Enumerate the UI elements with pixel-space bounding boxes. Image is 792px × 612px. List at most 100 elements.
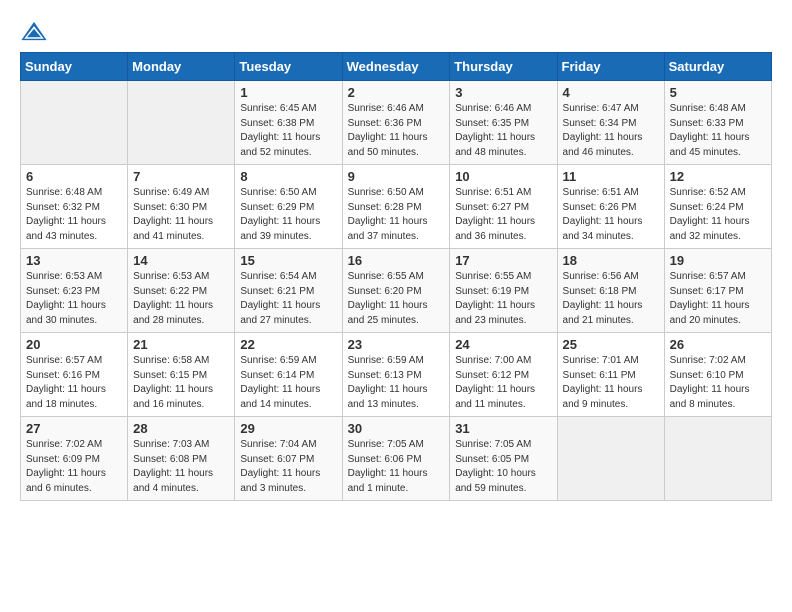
calendar-week-5: 27 Sunrise: 7:02 AM Sunset: 6:09 PM Dayli…: [21, 417, 772, 501]
calendar-cell: 24 Sunrise: 7:00 AM Sunset: 6:12 PM Dayli…: [450, 333, 557, 417]
day-number: 27: [26, 421, 122, 436]
calendar-cell: 27 Sunrise: 7:02 AM Sunset: 6:09 PM Dayli…: [21, 417, 128, 501]
day-detail: Sunrise: 6:58 AM Sunset: 6:15 PM Dayligh…: [133, 354, 229, 412]
calendar-week-4: 20 Sunrise: 6:57 AM Sunset: 6:16 PM Dayli…: [21, 333, 772, 417]
weekday-header-monday: Monday: [128, 53, 235, 81]
calendar-cell: [664, 417, 771, 501]
day-number: 25: [563, 337, 659, 352]
logo-icon: [20, 20, 48, 42]
calendar-cell: 21 Sunrise: 6:58 AM Sunset: 6:15 PM Dayli…: [128, 333, 235, 417]
day-detail: Sunrise: 6:48 AM Sunset: 6:33 PM Dayligh…: [670, 102, 766, 160]
calendar-cell: 2Sunrise: 6:46 AM Sunset: 6:36 PM Daylig…: [342, 81, 450, 165]
day-number: 14: [133, 253, 229, 268]
weekday-header-thursday: Thursday: [450, 53, 557, 81]
day-detail: Sunrise: 7:01 AM Sunset: 6:11 PM Dayligh…: [563, 354, 659, 412]
day-detail: Sunrise: 6:50 AM Sunset: 6:28 PM Dayligh…: [348, 186, 445, 244]
day-detail: Sunrise: 7:02 AM Sunset: 6:09 PM Dayligh…: [26, 438, 122, 496]
day-detail: Sunrise: 6:52 AM Sunset: 6:24 PM Dayligh…: [670, 186, 766, 244]
day-detail: Sunrise: 6:49 AM Sunset: 6:30 PM Dayligh…: [133, 186, 229, 244]
day-number: 9: [348, 169, 445, 184]
day-detail: Sunrise: 6:53 AM Sunset: 6:23 PM Dayligh…: [26, 270, 122, 328]
day-detail: Sunrise: 6:50 AM Sunset: 6:29 PM Dayligh…: [240, 186, 336, 244]
day-detail: Sunrise: 6:51 AM Sunset: 6:26 PM Dayligh…: [563, 186, 659, 244]
day-number: 20: [26, 337, 122, 352]
calendar-cell: 17 Sunrise: 6:55 AM Sunset: 6:19 PM Dayli…: [450, 249, 557, 333]
weekday-header-saturday: Saturday: [664, 53, 771, 81]
day-detail: Sunrise: 6:47 AM Sunset: 6:34 PM Dayligh…: [563, 102, 659, 160]
day-number: 8: [240, 169, 336, 184]
calendar-cell: 4 Sunrise: 6:47 AM Sunset: 6:34 PM Daylig…: [557, 81, 664, 165]
calendar-cell: [128, 81, 235, 165]
calendar-cell: 18Sunrise: 6:56 AM Sunset: 6:18 PM Dayli…: [557, 249, 664, 333]
day-number: 2: [348, 85, 445, 100]
day-number: 3: [455, 85, 551, 100]
calendar-week-3: 13 Sunrise: 6:53 AM Sunset: 6:23 PM Dayli…: [21, 249, 772, 333]
day-number: 19: [670, 253, 766, 268]
day-number: 17: [455, 253, 551, 268]
calendar-body: 1 Sunrise: 6:45 AM Sunset: 6:38 PM Daylig…: [21, 81, 772, 501]
day-detail: Sunrise: 6:57 AM Sunset: 6:16 PM Dayligh…: [26, 354, 122, 412]
calendar-cell: 9 Sunrise: 6:50 AM Sunset: 6:28 PM Daylig…: [342, 165, 450, 249]
day-number: 13: [26, 253, 122, 268]
calendar-table: SundayMondayTuesdayWednesdayThursdayFrid…: [20, 52, 772, 501]
day-detail: Sunrise: 7:04 AM Sunset: 6:07 PM Dayligh…: [240, 438, 336, 496]
calendar-cell: 13 Sunrise: 6:53 AM Sunset: 6:23 PM Dayli…: [21, 249, 128, 333]
weekday-row: SundayMondayTuesdayWednesdayThursdayFrid…: [21, 53, 772, 81]
calendar-cell: 15 Sunrise: 6:54 AM Sunset: 6:21 PM Dayli…: [235, 249, 342, 333]
day-detail: Sunrise: 7:03 AM Sunset: 6:08 PM Dayligh…: [133, 438, 229, 496]
page-header: [20, 20, 772, 42]
day-detail: Sunrise: 6:51 AM Sunset: 6:27 PM Dayligh…: [455, 186, 551, 244]
calendar-cell: 22Sunrise: 6:59 AM Sunset: 6:14 PM Dayli…: [235, 333, 342, 417]
day-number: 10: [455, 169, 551, 184]
calendar-cell: 6 Sunrise: 6:48 AM Sunset: 6:32 PM Daylig…: [21, 165, 128, 249]
calendar-cell: 12 Sunrise: 6:52 AM Sunset: 6:24 PM Dayli…: [664, 165, 771, 249]
day-detail: Sunrise: 6:56 AM Sunset: 6:18 PM Dayligh…: [563, 270, 659, 328]
day-detail: Sunrise: 6:54 AM Sunset: 6:21 PM Dayligh…: [240, 270, 336, 328]
calendar-cell: 8 Sunrise: 6:50 AM Sunset: 6:29 PM Daylig…: [235, 165, 342, 249]
calendar-cell: 26Sunrise: 7:02 AM Sunset: 6:10 PM Dayli…: [664, 333, 771, 417]
day-detail: Sunrise: 7:05 AM Sunset: 6:06 PM Dayligh…: [348, 438, 445, 496]
calendar-cell: 19 Sunrise: 6:57 AM Sunset: 6:17 PM Dayli…: [664, 249, 771, 333]
day-detail: Sunrise: 6:55 AM Sunset: 6:20 PM Dayligh…: [348, 270, 445, 328]
calendar-week-1: 1 Sunrise: 6:45 AM Sunset: 6:38 PM Daylig…: [21, 81, 772, 165]
day-number: 12: [670, 169, 766, 184]
day-number: 29: [240, 421, 336, 436]
calendar-cell: 29 Sunrise: 7:04 AM Sunset: 6:07 PM Dayli…: [235, 417, 342, 501]
weekday-header-tuesday: Tuesday: [235, 53, 342, 81]
day-number: 15: [240, 253, 336, 268]
day-detail: Sunrise: 6:55 AM Sunset: 6:19 PM Dayligh…: [455, 270, 551, 328]
day-detail: Sunrise: 6:48 AM Sunset: 6:32 PM Dayligh…: [26, 186, 122, 244]
calendar-cell: [21, 81, 128, 165]
logo: [20, 20, 52, 42]
day-detail: Sunrise: 6:53 AM Sunset: 6:22 PM Dayligh…: [133, 270, 229, 328]
calendar-header: SundayMondayTuesdayWednesdayThursdayFrid…: [21, 53, 772, 81]
day-detail: Sunrise: 7:00 AM Sunset: 6:12 PM Dayligh…: [455, 354, 551, 412]
calendar-cell: 3 Sunrise: 6:46 AM Sunset: 6:35 PM Daylig…: [450, 81, 557, 165]
day-number: 4: [563, 85, 659, 100]
day-number: 31: [455, 421, 551, 436]
calendar-cell: 28 Sunrise: 7:03 AM Sunset: 6:08 PM Dayli…: [128, 417, 235, 501]
calendar-week-2: 6 Sunrise: 6:48 AM Sunset: 6:32 PM Daylig…: [21, 165, 772, 249]
day-number: 28: [133, 421, 229, 436]
calendar-cell: 23Sunrise: 6:59 AM Sunset: 6:13 PM Dayli…: [342, 333, 450, 417]
day-detail: Sunrise: 6:57 AM Sunset: 6:17 PM Dayligh…: [670, 270, 766, 328]
day-number: 1: [240, 85, 336, 100]
day-number: 22: [240, 337, 336, 352]
day-number: 6: [26, 169, 122, 184]
day-number: 21: [133, 337, 229, 352]
day-detail: Sunrise: 6:59 AM Sunset: 6:13 PM Dayligh…: [348, 354, 445, 412]
day-detail: Sunrise: 6:46 AM Sunset: 6:35 PM Dayligh…: [455, 102, 551, 160]
calendar-cell: 10 Sunrise: 6:51 AM Sunset: 6:27 PM Dayli…: [450, 165, 557, 249]
weekday-header-sunday: Sunday: [21, 53, 128, 81]
day-number: 26: [670, 337, 766, 352]
calendar-cell: 30 Sunrise: 7:05 AM Sunset: 6:06 PM Dayli…: [342, 417, 450, 501]
day-number: 24: [455, 337, 551, 352]
calendar-cell: 31Sunrise: 7:05 AM Sunset: 6:05 PM Dayli…: [450, 417, 557, 501]
calendar-cell: 25 Sunrise: 7:01 AM Sunset: 6:11 PM Dayli…: [557, 333, 664, 417]
day-detail: Sunrise: 6:45 AM Sunset: 6:38 PM Dayligh…: [240, 102, 336, 160]
day-number: 5: [670, 85, 766, 100]
weekday-header-friday: Friday: [557, 53, 664, 81]
day-number: 30: [348, 421, 445, 436]
day-number: 16: [348, 253, 445, 268]
day-number: 11: [563, 169, 659, 184]
